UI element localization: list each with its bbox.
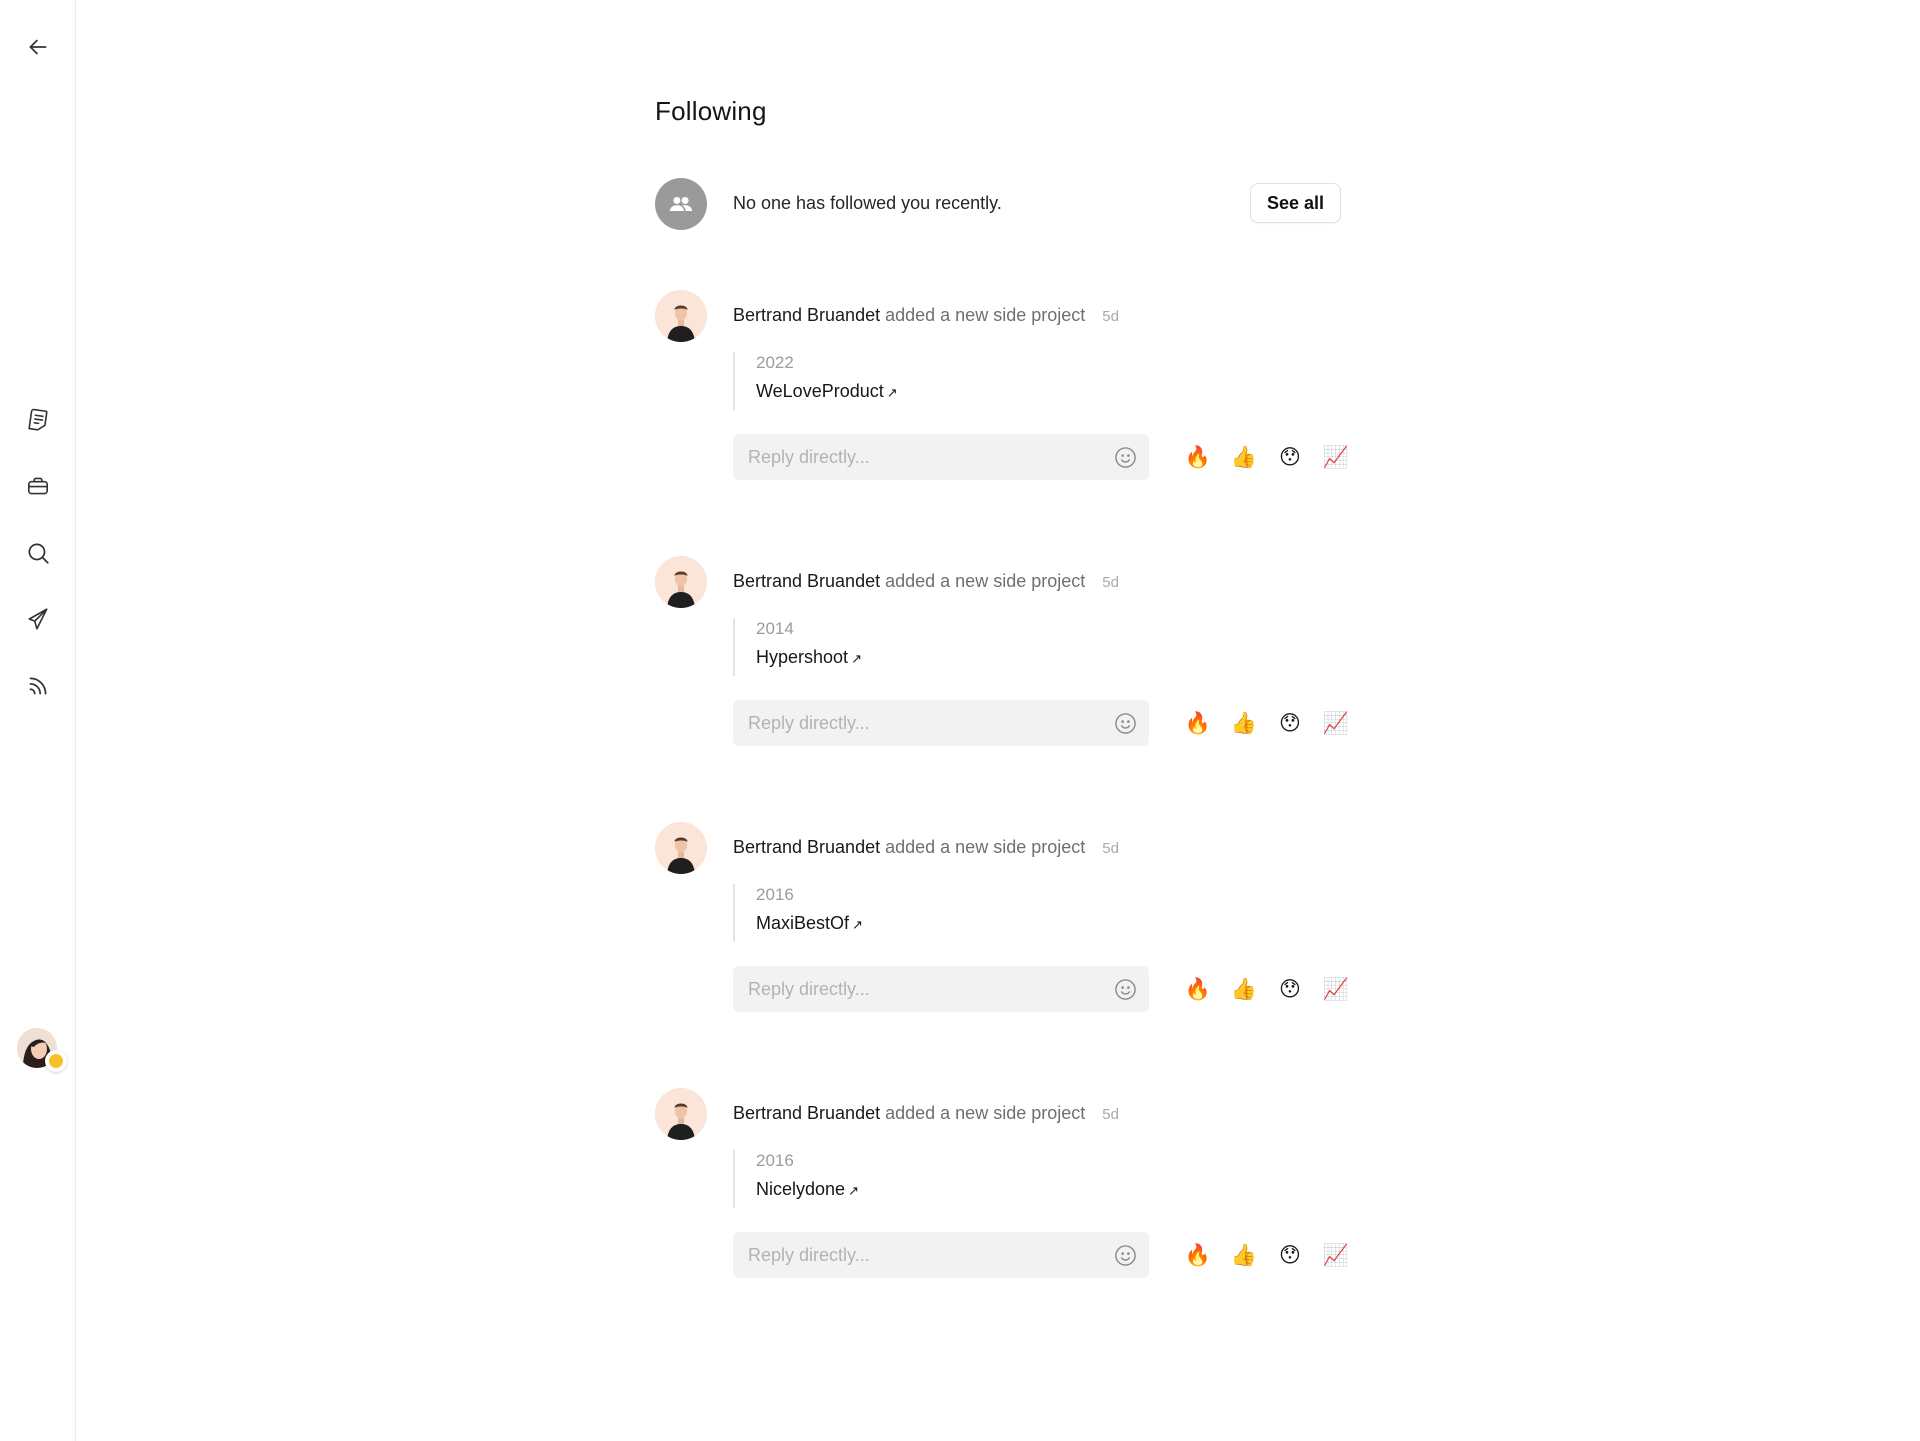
timestamp: 5d [1102,840,1119,857]
fire-reaction-button[interactable]: 🔥 [1175,702,1221,744]
external-link-icon: ↗ [886,385,898,400]
see-all-button[interactable]: See all [1249,183,1341,223]
thumbs-up-reaction-button[interactable]: 👍 [1221,436,1267,478]
reply-input[interactable] [733,434,1093,480]
external-link-icon: ↗ [851,651,862,666]
chart-increasing-reaction-button[interactable]: 📈 [1313,968,1359,1010]
avatar[interactable] [655,822,707,874]
reactions: 🔥 👍 😯 📈 [1175,702,1359,744]
project-name: WeLoveProduct [756,381,884,401]
project-year: 2016 [756,1151,794,1170]
feed-item: Bertrand Bruandet added a new side proje… [655,556,1349,822]
fire-reaction-button[interactable]: 🔥 [1175,1234,1221,1276]
reactions: 🔥 👍 😯 📈 [1175,1234,1359,1276]
feed-item-meta: Bertrand Bruandet added a new side proje… [733,837,1119,858]
timestamp: 5d [1102,308,1119,325]
project-link[interactable]: MaxiBestOf ↗ [756,911,863,937]
thumbs-up-reaction-button[interactable]: 👍 [1221,1234,1267,1276]
project-card: 2014 Hypershoot ↗ [733,618,862,676]
activity-action: added a new side project [885,837,1086,857]
user-name-link[interactable]: Bertrand Bruandet [733,305,880,325]
activity-feed: Bertrand Bruandet added a new side proje… [655,290,1349,1354]
no-followers-message: No one has followed you recently. [733,193,1002,213]
people-icon [655,178,707,230]
thumbs-up-reaction-button[interactable]: 👍 [1221,702,1267,744]
reply-input[interactable] [733,700,1093,746]
external-link-icon: ↗ [852,917,863,932]
project-link[interactable]: Hypershoot ↗ [756,645,862,671]
project-name: MaxiBestOf [756,913,850,933]
user-avatar[interactable] [17,1028,67,1072]
project-card: 2016 Nicelydone ↗ [733,1150,859,1208]
project-card: 2022 WeLoveProduct ↗ [733,352,898,410]
hushed-face-reaction-button[interactable]: 😯 [1267,968,1313,1010]
feed-item-meta: Bertrand Bruandet added a new side proje… [733,305,1119,326]
activity-action: added a new side project [885,1103,1086,1123]
reactions: 🔥 👍 😯 📈 [1175,436,1359,478]
hushed-face-reaction-button[interactable]: 😯 [1267,436,1313,478]
document-icon[interactable] [18,400,58,440]
project-year: 2022 [756,353,794,372]
project-name: Nicelydone [756,1179,846,1199]
briefcase-icon[interactable] [18,466,58,506]
feed-item: Bertrand Bruandet added a new side proje… [655,290,1349,556]
timestamp: 5d [1102,1106,1119,1123]
project-card: 2016 MaxiBestOf ↗ [733,884,863,942]
user-name-link[interactable]: Bertrand Bruandet [733,571,880,591]
emoji-picker-icon[interactable] [1114,446,1137,469]
back-arrow-icon[interactable] [18,27,58,67]
hushed-face-reaction-button[interactable]: 😯 [1267,1234,1313,1276]
chart-increasing-reaction-button[interactable]: 📈 [1313,436,1359,478]
external-link-icon: ↗ [848,1183,859,1198]
feed-item: Bertrand Bruandet added a new side proje… [655,822,1349,1088]
project-year: 2016 [756,885,794,904]
feed-item-meta: Bertrand Bruandet added a new side proje… [733,571,1119,592]
feed-item-meta: Bertrand Bruandet added a new side proje… [733,1103,1119,1124]
emoji-picker-icon[interactable] [1114,978,1137,1001]
hushed-face-reaction-button[interactable]: 😯 [1267,702,1313,744]
avatar[interactable] [655,1088,707,1140]
emoji-picker-icon[interactable] [1114,1244,1137,1267]
recent-followers-row: No one has followed you recently. See al… [655,178,1341,230]
project-name: Hypershoot [756,647,849,667]
reply-input[interactable] [733,1232,1093,1278]
send-icon[interactable] [18,599,58,639]
activity-action: added a new side project [885,571,1086,591]
timestamp: 5d [1102,574,1119,591]
avatar[interactable] [655,556,707,608]
avatar[interactable] [655,290,707,342]
thumbs-up-reaction-button[interactable]: 👍 [1221,968,1267,1010]
chart-increasing-reaction-button[interactable]: 📈 [1313,702,1359,744]
reply-input[interactable] [733,966,1093,1012]
user-name-link[interactable]: Bertrand Bruandet [733,837,880,857]
project-link[interactable]: Nicelydone ↗ [756,1177,859,1203]
reply-box [733,700,1149,746]
status-emoji-icon [45,1050,67,1072]
fire-reaction-button[interactable]: 🔥 [1175,968,1221,1010]
project-link[interactable]: WeLoveProduct ↗ [756,379,898,405]
reply-box [733,1232,1149,1278]
project-year: 2014 [756,619,794,638]
sidebar [0,0,76,1441]
reactions: 🔥 👍 😯 📈 [1175,968,1359,1010]
emoji-picker-icon[interactable] [1114,712,1137,735]
search-icon[interactable] [18,533,58,573]
user-name-link[interactable]: Bertrand Bruandet [733,1103,880,1123]
activity-action: added a new side project [885,305,1086,325]
reply-box [733,966,1149,1012]
page-title: Following [655,96,767,126]
feed-item: Bertrand Bruandet added a new side proje… [655,1088,1349,1354]
fire-reaction-button[interactable]: 🔥 [1175,436,1221,478]
chart-increasing-reaction-button[interactable]: 📈 [1313,1234,1359,1276]
reply-box [733,434,1149,480]
feed-icon[interactable] [18,666,58,706]
